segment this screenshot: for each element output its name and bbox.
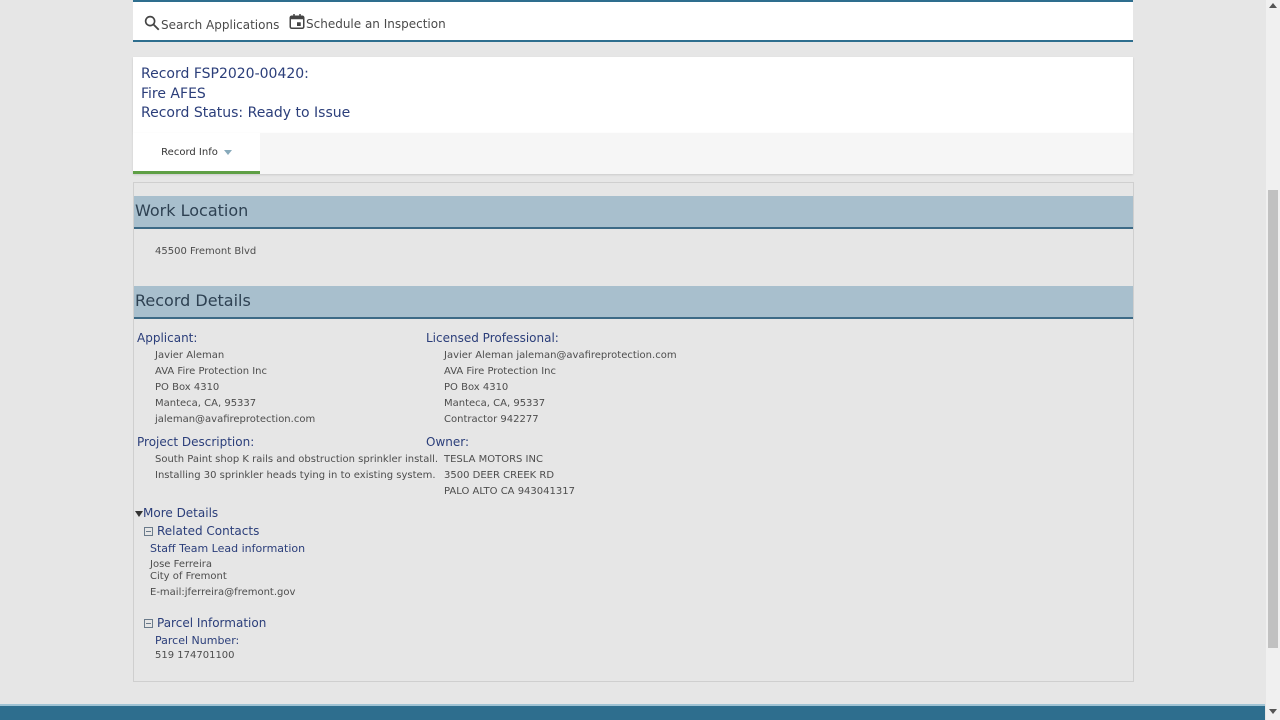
staff-contact: Jose Ferreira City of Fremont E-mail:jfe… [150, 559, 295, 599]
applicant-info: Javier Aleman AVA Fire Protection Inc PO… [155, 348, 315, 428]
licensed-line: Javier Aleman jaleman@avafireprotection.… [444, 350, 677, 361]
scroll-down-arrow-icon[interactable] [1269, 709, 1277, 714]
search-icon [144, 15, 160, 31]
owner-info: TESLA MOTORS INC 3500 DEER CREEK RD PALO… [444, 452, 575, 500]
licensed-line: AVA Fire Protection Inc [444, 366, 557, 377]
tab-strip: Record Info [133, 133, 1133, 174]
top-navigation: Search Applications Schedule an Inspecti… [133, 0, 1133, 42]
project-line: Installing 30 sprinkler heads tying in t… [155, 470, 436, 481]
owner-label: Owner: [426, 435, 470, 449]
work-location-address: 45500 Fremont Blvd [155, 246, 257, 257]
licensed-line: Manteca, CA, 95337 [444, 398, 546, 409]
owner-line: 3500 DEER CREEK RD [444, 470, 555, 481]
parcel-number-label: Parcel Number: [155, 634, 240, 647]
staff-name: Jose Ferreira [150, 559, 212, 570]
record-type: Fire AFES [141, 86, 206, 102]
more-details-label: More Details [143, 506, 219, 520]
licensed-professional-label: Licensed Professional: [426, 331, 559, 345]
staff-email: E-mail:jferreira@fremont.gov [150, 587, 296, 598]
schedule-inspection-label: Schedule an Inspection [306, 17, 446, 31]
search-applications-label: Search Applications [161, 18, 280, 32]
triangle-down-icon [135, 510, 143, 517]
more-details-toggle[interactable]: More Details [135, 506, 218, 520]
licensed-line: PO Box 4310 [444, 382, 509, 393]
record-number: Record FSP2020-00420: [141, 66, 309, 82]
staff-team-lead-heading: Staff Team Lead information [150, 542, 306, 555]
schedule-inspection-link[interactable]: Schedule an Inspection [288, 12, 446, 31]
project-description: South Paint shop K rails and obstruction… [155, 452, 438, 484]
applicant-line: AVA Fire Protection Inc [155, 366, 268, 377]
parcel-information-toggle[interactable]: Parcel Information [144, 616, 266, 630]
tab-record-info[interactable]: Record Info [133, 133, 260, 174]
scroll-up-arrow-icon[interactable] [1269, 3, 1277, 8]
record-content: Work Location 45500 Fremont Blvd Record … [133, 182, 1134, 682]
project-description-label: Project Description: [137, 435, 255, 449]
project-line: South Paint shop K rails and obstruction… [155, 454, 439, 465]
owner-line: TESLA MOTORS INC [444, 454, 543, 465]
calendar-icon [289, 14, 305, 29]
applicant-line: Manteca, CA, 95337 [155, 398, 257, 409]
applicant-line: PO Box 4310 [155, 382, 220, 393]
search-applications-link[interactable]: Search Applications [143, 14, 279, 32]
record-header: Record FSP2020-00420: Fire AFES Record S… [133, 57, 1133, 133]
work-location-header: Work Location [134, 196, 1133, 229]
record-status: Record Status: Ready to Issue [141, 105, 351, 121]
applicant-line: jaleman@avafireprotection.com [155, 414, 316, 425]
scrollbar-thumb[interactable] [1268, 190, 1278, 648]
applicant-label: Applicant: [137, 331, 198, 345]
collapse-icon [144, 527, 153, 536]
parcel-information-label: Parcel Information [157, 616, 267, 630]
licensed-professional-info: Javier Aleman jaleman@avafireprotection.… [444, 348, 677, 428]
caret-down-icon [223, 149, 232, 155]
record-details-header: Record Details [134, 286, 1133, 319]
footer-bar [0, 706, 1265, 720]
related-contacts-label: Related Contacts [157, 524, 260, 538]
owner-line: PALO ALTO CA 943041317 [444, 486, 575, 497]
applicant-line: Javier Aleman [155, 350, 225, 361]
collapse-icon [144, 619, 153, 628]
staff-org: City of Fremont [150, 571, 227, 582]
tab-record-info-label: Record Info [161, 147, 218, 158]
licensed-line: Contractor 942277 [444, 414, 539, 425]
parcel-number: 519 174701100 [155, 650, 235, 661]
related-contacts-toggle[interactable]: Related Contacts [144, 524, 259, 538]
